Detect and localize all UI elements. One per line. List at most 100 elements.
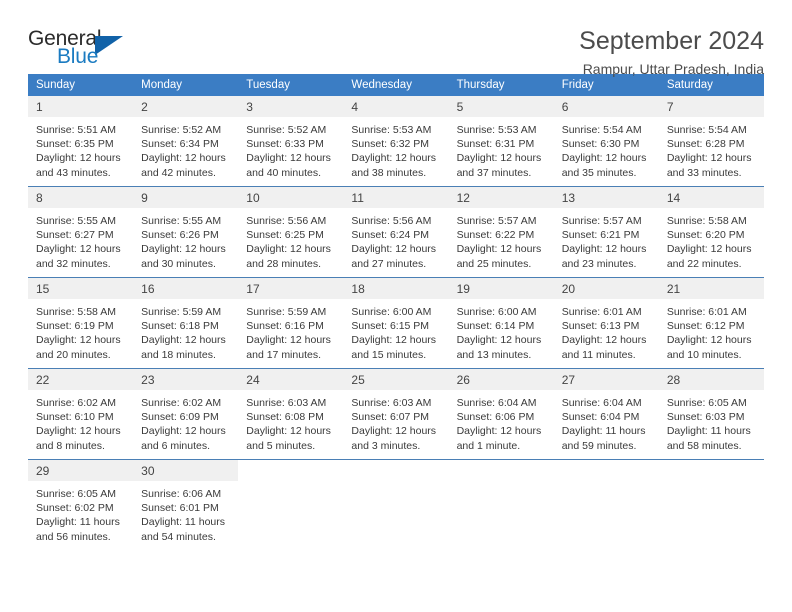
day-details: Sunrise: 5:51 AM Sunset: 6:35 PM Dayligh… <box>28 117 133 180</box>
day-cell[interactable]: 21 Sunrise: 6:01 AM Sunset: 6:12 PM Dayl… <box>658 277 764 369</box>
day-cell[interactable]: 14 Sunrise: 5:58 AM Sunset: 6:20 PM Dayl… <box>658 186 764 278</box>
daylight-text-line2: and 38 minutes. <box>351 166 427 179</box>
day-cell[interactable]: 29 Sunrise: 6:05 AM Sunset: 6:02 PM Dayl… <box>28 459 134 550</box>
sunrise-text: Sunrise: 5:58 AM <box>666 215 747 227</box>
day-cell[interactable]: 6 Sunrise: 5:54 AM Sunset: 6:30 PM Dayli… <box>553 96 659 187</box>
sunrise-text: Sunrise: 5:52 AM <box>141 124 222 136</box>
sunrise-text: Sunrise: 5:54 AM <box>666 124 747 136</box>
day-cell[interactable]: 28 Sunrise: 6:05 AM Sunset: 6:03 PM Dayl… <box>658 368 764 460</box>
day-cell[interactable]: 1 Sunrise: 5:51 AM Sunset: 6:35 PM Dayli… <box>28 96 134 187</box>
day-details: Sunrise: 6:04 AM Sunset: 6:04 PM Dayligh… <box>554 390 659 453</box>
day-number: 19 <box>448 278 554 299</box>
sunrise-sunset-calendar: Sunday Monday Tuesday Wednesday Thursday… <box>28 74 764 550</box>
day-cell[interactable]: 10 Sunrise: 5:56 AM Sunset: 6:25 PM Dayl… <box>238 186 344 278</box>
day-details: Sunrise: 5:59 AM Sunset: 6:16 PM Dayligh… <box>238 299 343 362</box>
day-cell[interactable]: 12 Sunrise: 5:57 AM Sunset: 6:22 PM Dayl… <box>448 186 554 278</box>
daylight-text-line2: and 23 minutes. <box>561 257 637 270</box>
day-cell[interactable]: 23 Sunrise: 6:02 AM Sunset: 6:09 PM Dayl… <box>133 368 239 460</box>
daylight-text-line2: and 17 minutes. <box>246 348 321 361</box>
sunrise-text: Sunrise: 5:55 AM <box>36 215 116 227</box>
daylight-text-line1: Daylight: 11 hours <box>666 425 751 438</box>
day-number: 14 <box>658 187 764 208</box>
sunset-text: Sunset: 6:02 PM <box>36 502 114 515</box>
day-cell[interactable]: 5 Sunrise: 5:53 AM Sunset: 6:31 PM Dayli… <box>448 96 554 187</box>
sunset-text: Sunset: 6:04 PM <box>561 411 640 424</box>
daylight-text-line2: and 28 minutes. <box>246 257 321 270</box>
sunrise-text: Sunrise: 5:52 AM <box>246 124 327 136</box>
day-number: 10 <box>238 187 344 208</box>
daylight-text-line1: Daylight: 12 hours <box>666 152 752 165</box>
day-details: Sunrise: 5:56 AM Sunset: 6:25 PM Dayligh… <box>238 208 343 271</box>
day-cell[interactable]: 4 Sunrise: 5:53 AM Sunset: 6:32 PM Dayli… <box>343 96 449 187</box>
daylight-text-line2: and 37 minutes. <box>456 166 532 179</box>
daylight-text-line1: Daylight: 12 hours <box>246 425 331 438</box>
daylight-text-line1: Daylight: 12 hours <box>36 334 121 347</box>
sunrise-text: Sunrise: 6:00 AM <box>456 306 537 318</box>
day-cell[interactable]: 19 Sunrise: 6:00 AM Sunset: 6:14 PM Dayl… <box>448 277 554 369</box>
day-details: Sunrise: 5:55 AM Sunset: 6:27 PM Dayligh… <box>28 208 133 271</box>
day-cell[interactable]: 25 Sunrise: 6:03 AM Sunset: 6:07 PM Dayl… <box>343 368 449 460</box>
calendar-page: General Blue September 2024 Rampur, Utta… <box>0 0 792 612</box>
general-blue-logo[interactable]: General Blue <box>28 26 148 74</box>
sunset-text: Sunset: 6:01 PM <box>141 502 219 515</box>
day-cell[interactable]: 20 Sunrise: 6:01 AM Sunset: 6:13 PM Dayl… <box>553 277 659 369</box>
daylight-text-line1: Daylight: 11 hours <box>36 516 120 529</box>
sunrise-text: Sunrise: 5:59 AM <box>141 306 222 318</box>
weekday-header-tuesday: Tuesday <box>238 74 344 96</box>
day-details: Sunrise: 6:00 AM Sunset: 6:15 PM Dayligh… <box>343 299 448 362</box>
location-subtitle: Rampur, Uttar Pradesh, India <box>582 61 764 77</box>
daylight-text-line1: Daylight: 12 hours <box>141 243 226 256</box>
daylight-text-line2: and 30 minutes. <box>141 257 216 270</box>
sunrise-text: Sunrise: 5:58 AM <box>36 306 116 318</box>
daylight-text-line1: Daylight: 12 hours <box>456 334 542 347</box>
sunset-text: Sunset: 6:14 PM <box>456 320 535 333</box>
daylight-text-line2: and 11 minutes. <box>561 348 636 361</box>
day-number: 28 <box>658 369 764 390</box>
sunrise-text: Sunrise: 5:51 AM <box>36 124 116 136</box>
sunset-text: Sunset: 6:32 PM <box>351 138 430 151</box>
daylight-text-line1: Daylight: 12 hours <box>246 243 331 256</box>
sunrise-text: Sunrise: 5:57 AM <box>456 215 537 227</box>
sunset-text: Sunset: 6:22 PM <box>456 229 535 242</box>
day-number: 21 <box>658 278 764 299</box>
day-cell[interactable]: 26 Sunrise: 6:04 AM Sunset: 6:06 PM Dayl… <box>448 368 554 460</box>
sunrise-text: Sunrise: 6:02 AM <box>141 397 222 409</box>
sunset-text: Sunset: 6:26 PM <box>141 229 219 242</box>
daylight-text-line2: and 25 minutes. <box>456 257 532 270</box>
day-cell[interactable]: 18 Sunrise: 6:00 AM Sunset: 6:15 PM Dayl… <box>343 277 449 369</box>
day-number: 5 <box>448 96 554 117</box>
day-cell[interactable]: 13 Sunrise: 5:57 AM Sunset: 6:21 PM Dayl… <box>553 186 659 278</box>
day-cell[interactable]: 30 Sunrise: 6:06 AM Sunset: 6:01 PM Dayl… <box>133 459 239 550</box>
day-cell[interactable]: 16 Sunrise: 5:59 AM Sunset: 6:18 PM Dayl… <box>133 277 239 369</box>
daylight-text-line2: and 18 minutes. <box>141 348 216 361</box>
sunset-text: Sunset: 6:33 PM <box>246 138 324 151</box>
day-cell[interactable]: 11 Sunrise: 5:56 AM Sunset: 6:24 PM Dayl… <box>343 186 449 278</box>
day-cell[interactable]: 27 Sunrise: 6:04 AM Sunset: 6:04 PM Dayl… <box>553 368 659 460</box>
day-details: Sunrise: 6:06 AM Sunset: 6:01 PM Dayligh… <box>133 481 238 544</box>
day-details: Sunrise: 6:04 AM Sunset: 6:06 PM Dayligh… <box>449 390 554 453</box>
day-cell[interactable]: 9 Sunrise: 5:55 AM Sunset: 6:26 PM Dayli… <box>133 186 239 278</box>
day-cell[interactable]: 3 Sunrise: 5:52 AM Sunset: 6:33 PM Dayli… <box>238 96 344 187</box>
daylight-text-line2: and 35 minutes. <box>561 166 637 179</box>
day-cell[interactable]: 22 Sunrise: 6:02 AM Sunset: 6:10 PM Dayl… <box>28 368 134 460</box>
day-details: Sunrise: 6:01 AM Sunset: 6:13 PM Dayligh… <box>554 299 659 362</box>
day-cell[interactable]: 15 Sunrise: 5:58 AM Sunset: 6:19 PM Dayl… <box>28 277 134 369</box>
day-cell[interactable]: 24 Sunrise: 6:03 AM Sunset: 6:08 PM Dayl… <box>238 368 344 460</box>
daylight-text-line1: Daylight: 12 hours <box>561 243 647 256</box>
day-cell[interactable]: 17 Sunrise: 5:59 AM Sunset: 6:16 PM Dayl… <box>238 277 344 369</box>
day-number: 30 <box>133 460 239 481</box>
day-details: Sunrise: 6:05 AM Sunset: 6:02 PM Dayligh… <box>28 481 133 544</box>
day-number: 24 <box>238 369 344 390</box>
day-cell[interactable]: 8 Sunrise: 5:55 AM Sunset: 6:27 PM Dayli… <box>28 186 134 278</box>
sunset-text: Sunset: 6:07 PM <box>351 411 430 424</box>
day-cell[interactable]: 7 Sunrise: 5:54 AM Sunset: 6:28 PM Dayli… <box>658 96 764 187</box>
sunrise-text: Sunrise: 6:01 AM <box>561 306 642 318</box>
sunset-text: Sunset: 6:34 PM <box>141 138 219 151</box>
day-number <box>238 460 343 481</box>
day-cell-empty <box>658 459 764 550</box>
day-number: 25 <box>343 369 449 390</box>
day-cell[interactable]: 2 Sunrise: 5:52 AM Sunset: 6:34 PM Dayli… <box>133 96 239 187</box>
day-details: Sunrise: 6:03 AM Sunset: 6:07 PM Dayligh… <box>343 390 448 453</box>
sunset-text: Sunset: 6:21 PM <box>561 229 640 242</box>
day-number: 16 <box>133 278 239 299</box>
